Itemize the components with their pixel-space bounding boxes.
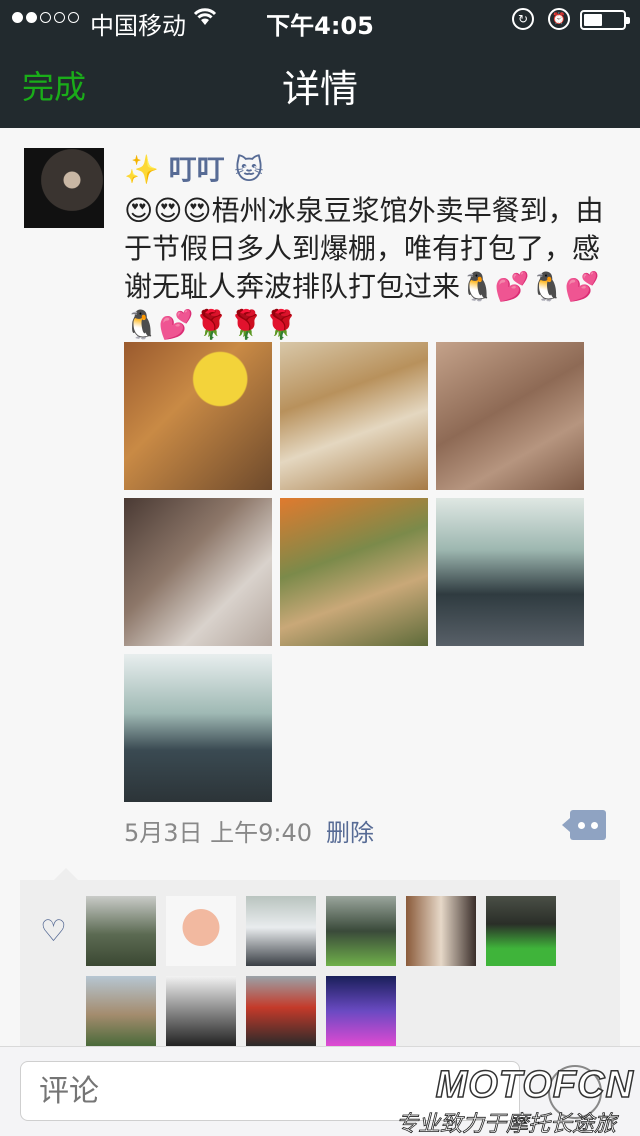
page-title: 详情 <box>281 67 358 111</box>
liker-avatar[interactable] <box>246 976 316 1046</box>
watermark-logo: MOTOFCN 专业致力于摩托长途旅行 <box>396 1060 640 1136</box>
liker-avatar[interactable] <box>486 896 556 966</box>
post-photo[interactable] <box>436 342 584 490</box>
liker-avatar[interactable] <box>86 896 156 966</box>
liker-avatar[interactable] <box>326 976 396 1046</box>
post-photo[interactable] <box>124 654 272 802</box>
delete-button[interactable]: 删除 <box>326 813 374 848</box>
post-photo[interactable] <box>280 342 428 490</box>
liker-avatar[interactable] <box>406 896 476 966</box>
likes-panel: ♡ <box>20 868 620 1050</box>
comment-menu-button[interactable] <box>562 810 606 840</box>
status-time: 下午4:05 <box>266 12 374 40</box>
top-bar: 中国移动 下午4:05 ↻ ⏰ 完成 详情 <box>0 0 640 128</box>
post-photo[interactable] <box>124 498 272 646</box>
rotation-lock-icon: ↻ <box>512 8 534 30</box>
liker-avatar[interactable] <box>326 896 396 966</box>
liker-avatar[interactable] <box>166 896 236 966</box>
post-photo[interactable] <box>124 342 272 490</box>
watermark-brand: MOTOFCN <box>435 1063 634 1107</box>
alarm-icon: ⏰ <box>548 8 570 30</box>
post-text: 😍😍😍梧州冰泉豆浆馆外卖早餐到，由于节假日多人到爆棚，唯有打包了，感谢无耻人奔波… <box>124 194 604 341</box>
battery-icon <box>580 10 630 30</box>
watermark-tagline: 专业致力于摩托长途旅行 <box>396 1112 617 1136</box>
post-date: 5月3日 上午9:40 <box>124 819 313 847</box>
liker-avatar[interactable] <box>246 896 316 966</box>
post-photo[interactable] <box>436 498 584 646</box>
heart-icon: ♡ <box>40 914 67 949</box>
author-avatar[interactable] <box>24 148 104 228</box>
status-bar: 中国移动 下午4:05 ↻ ⏰ <box>0 0 640 40</box>
author-name[interactable]: ✨ 叮叮 🐱 <box>124 148 264 188</box>
liker-avatar[interactable] <box>86 976 156 1046</box>
liker-avatar[interactable] <box>166 976 236 1046</box>
post-photo[interactable] <box>280 498 428 646</box>
